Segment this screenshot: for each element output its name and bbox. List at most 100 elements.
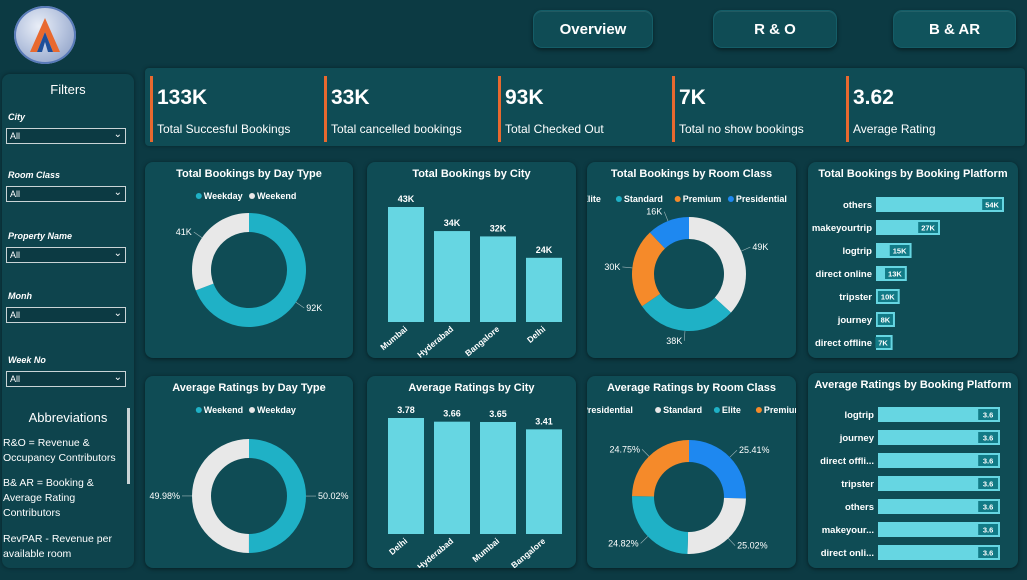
chevron-down-icon: ⌄: [113, 372, 122, 383]
legend-label: Presidential: [587, 405, 633, 415]
data-label: 25.41%: [739, 445, 770, 455]
data-label: 41K: [176, 227, 192, 237]
data-label: 25.02%: [737, 541, 768, 551]
tick-label: Bangalore: [509, 536, 547, 568]
kpi-label: Average Rating: [853, 122, 936, 136]
data-label: 24.75%: [609, 444, 640, 454]
data-label: 24.82%: [608, 538, 639, 548]
chart-card-roomclass-bookings: Total Bookings by Room Class Elite Standa…: [573, 162, 796, 358]
chevron-down-icon: ⌄: [113, 248, 122, 259]
legend-marker: [195, 407, 202, 413]
legend-marker: [615, 196, 622, 202]
filter-dropdown[interactable]: All ⌄: [6, 128, 126, 144]
kpi-label: Total Checked Out: [505, 122, 604, 136]
filter-label: Room Class: [8, 170, 61, 180]
chart-title: Average Ratings by Day Type: [172, 382, 326, 394]
data-label: 13K: [888, 270, 902, 279]
bar: [526, 257, 562, 322]
overview-button[interactable]: Overview: [533, 10, 653, 48]
data-label: 32K: [490, 223, 507, 233]
leader-line: [193, 231, 203, 238]
kpi-label: Total no show bookings: [679, 122, 804, 136]
tick-label: logtrip: [844, 410, 874, 421]
logo-mark-icon: [30, 18, 60, 52]
chart-card-city-ratings: Average Ratings by City 3.78 Delhi 3.66 Hyd…: [367, 376, 576, 572]
donut-slice: [192, 213, 249, 291]
tick-label: journey: [839, 433, 875, 444]
kpi-value: 33K: [331, 86, 370, 109]
kpi-card: 33K Total cancelled bookings: [324, 76, 495, 142]
legend-label: Standard: [624, 194, 663, 204]
kpi-value: 3.62: [853, 86, 894, 109]
data-label: 43K: [398, 194, 415, 204]
abbreviation-item: R&O = Revenue & Occupancy Contributors: [3, 437, 116, 464]
bar: [480, 236, 516, 322]
filter-label: City: [8, 112, 26, 122]
chart-svg: Presidential Standard Elite Premium 25.41% 25…: [573, 405, 802, 554]
ro-button[interactable]: R & O: [713, 10, 837, 48]
filter-dropdown[interactable]: All ⌄: [6, 371, 126, 387]
chart-title: Total Bookings by Day Type: [176, 168, 322, 180]
leader-line: [729, 450, 738, 458]
chart-card-platform-ratings: Average Ratings by Booking Platform logt…: [808, 373, 1018, 568]
abbreviations-scrollbar[interactable]: [127, 408, 130, 484]
filter-value: All: [10, 131, 21, 141]
kpi-card: 7K Total no show bookings: [672, 76, 843, 142]
chart-title: Average Ratings by Room Class: [607, 382, 776, 394]
data-label: 24K: [536, 245, 553, 255]
data-label: 27K: [921, 224, 935, 233]
chart-svg: 43K Mumbai 34K Hyderabad 32K Bangalore 24K Delh…: [378, 194, 562, 360]
app-logo: [14, 6, 76, 64]
abbreviation-item: B& AR = Booking & Average Rating Contrib…: [3, 477, 94, 519]
chart-svg: 3.78 Delhi 3.66 Hyderabad 3.65 Mumbai 3.41 Bang…: [387, 405, 562, 572]
filter-label: Monh: [8, 291, 32, 301]
chevron-down-icon: ⌄: [113, 129, 122, 140]
kpi-value: 133K: [157, 86, 208, 109]
data-label: 30K: [604, 262, 620, 272]
bar: [388, 418, 424, 534]
abbreviations-title: Abbreviations: [28, 410, 108, 425]
bar-button[interactable]: B & AR: [893, 10, 1016, 48]
tick-label: Hyderabad: [415, 324, 455, 358]
filter-dropdown[interactable]: All ⌄: [6, 307, 126, 323]
bar: [480, 421, 516, 534]
chevron-down-icon: ⌄: [113, 308, 122, 319]
chart-title: Total Bookings by Room Class: [610, 168, 773, 180]
tick-label: Mumbai: [378, 324, 409, 352]
filter-dropdown[interactable]: All ⌄: [6, 186, 126, 202]
data-label: 8K: [881, 316, 891, 325]
chart-card-day-type-bookings: Total Bookings by Day Type Weekday Weeken…: [145, 162, 353, 358]
bar: [388, 207, 424, 322]
tick-label: journey: [837, 315, 873, 326]
chart-svg: Elite Standard Premium Presidential 49K 38K 30…: [573, 194, 787, 346]
data-label: 49.98%: [149, 491, 180, 501]
legend-marker: [249, 407, 255, 413]
kpi-value: 7K: [679, 86, 706, 109]
tick-label: direct offline: [815, 338, 872, 349]
kpi-label: Total Succesful Bookings: [157, 122, 291, 136]
chart-title: Average Ratings by Booking Platform: [814, 379, 1012, 391]
data-label: 3.6: [983, 503, 993, 512]
leader-line: [663, 211, 669, 222]
legend-label: Weekend: [204, 405, 243, 415]
tick-label: others: [843, 200, 872, 211]
filters-title: Filters: [50, 82, 86, 97]
leader-line: [683, 330, 686, 341]
legend-marker: [249, 193, 255, 199]
filter-dropdown[interactable]: All ⌄: [6, 247, 126, 263]
data-label: 7K: [878, 339, 888, 348]
filter-label: Property Name: [8, 231, 73, 241]
legend-label: Standard: [663, 405, 702, 415]
legend-label: Presidential: [736, 194, 787, 204]
filter-value: All: [10, 189, 21, 199]
tick-label: tripster: [839, 292, 872, 303]
data-label: 3.78: [397, 405, 415, 415]
legend-label: Premium: [764, 405, 796, 415]
donut-slice: [689, 440, 746, 499]
chart-svg: others 54K makeyourtrip 27K logtrip 15K direct…: [812, 197, 1004, 350]
kpi-card: 133K Total Succesful Bookings: [150, 76, 321, 142]
donut-slice: [248, 439, 307, 553]
tick-label: Mumbai: [470, 536, 501, 564]
legend-marker: [713, 407, 720, 413]
data-label: 3.6: [983, 411, 993, 420]
